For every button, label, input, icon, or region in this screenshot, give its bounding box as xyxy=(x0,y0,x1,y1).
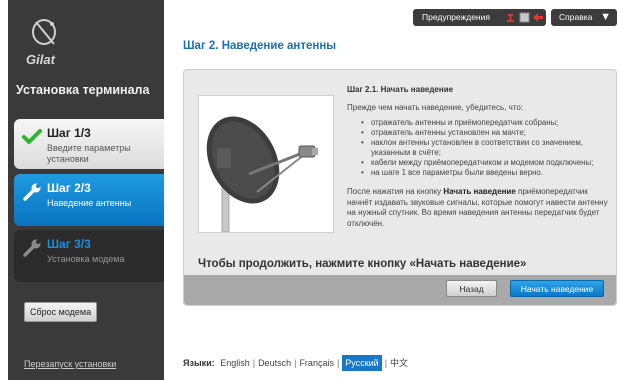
language-chinese[interactable]: 中文 xyxy=(390,358,408,368)
step-2-title: Шаг 2/3 xyxy=(47,181,91,195)
help-menu[interactable]: Справка ▼ xyxy=(551,9,617,26)
wrench-icon xyxy=(23,239,41,257)
wrench-icon xyxy=(23,183,41,201)
antenna-alert-icon xyxy=(507,14,514,22)
restart-setup-link[interactable]: Перезапуск установки xyxy=(24,359,116,369)
reset-modem-button[interactable]: Сброс модема xyxy=(24,302,98,322)
language-francais[interactable]: Français xyxy=(299,358,334,368)
list-item: отражатель антенны установлен на мачте; xyxy=(361,128,609,138)
language-selector: Языки: English | Deutsch | Français | Русский |… xyxy=(183,355,408,371)
alerts-menu[interactable]: Предупреждения xyxy=(413,9,546,26)
languages-label: Языки: xyxy=(183,358,215,368)
signal-alert-icon xyxy=(533,13,543,22)
step-3-desc: Установка модема xyxy=(47,254,125,264)
intro-text: Прежде чем начать наведение, убедитесь, … xyxy=(347,103,524,112)
sub-step-title: Шаг 2.1. Начать наведение xyxy=(347,85,454,94)
start-pointing-button[interactable]: Начать наведение xyxy=(510,280,604,297)
language-english[interactable]: English xyxy=(220,358,250,368)
step-panel: Шаг 2.1. Начать наведение Прежде чем нач… xyxy=(183,69,617,306)
after-text: После нажатия на кнопку Начать наведение… xyxy=(347,187,609,229)
separator: | xyxy=(336,358,340,368)
back-button[interactable]: Назад xyxy=(446,280,497,297)
separator: | xyxy=(384,358,388,368)
satellite-dish-icon xyxy=(206,116,318,233)
checkmark-icon xyxy=(22,129,42,144)
help-label: Справка xyxy=(559,12,593,22)
modem-status-icon xyxy=(519,12,530,23)
list-item: на шаге 1 все параметры были введены вер… xyxy=(361,168,609,178)
alerts-label: Предупреждения xyxy=(422,12,490,22)
language-deutsch[interactable]: Deutsch xyxy=(258,358,291,368)
step-1[interactable]: Шаг 1/3 Введите параметры установки xyxy=(14,119,164,169)
step-3-title: Шаг 3/3 xyxy=(47,237,91,251)
list-item: кабели между приёмопередатчиком и модемо… xyxy=(361,158,609,168)
after-text-prefix: После нажатия на кнопку xyxy=(347,187,444,196)
continue-prompt: Чтобы продолжить, нажмите кнопку «Начать… xyxy=(198,258,527,270)
step-1-title: Шаг 1/3 xyxy=(47,126,91,140)
sidebar-title: Установка терминала xyxy=(16,83,150,97)
antenna-image xyxy=(198,95,334,233)
after-text-bold: Начать наведение xyxy=(443,187,516,196)
separator: | xyxy=(252,358,256,368)
checklist: отражатель антенны и приёмопередатчик со… xyxy=(347,118,609,178)
page-title: Шаг 2. Наведение антенны xyxy=(183,40,337,52)
app-window: Gilat Установка терминала Шаг 1/3 Введит… xyxy=(0,0,627,380)
list-item: наклон антенны установлен в соответствии… xyxy=(361,138,609,158)
step-2-desc: Наведение антенны xyxy=(47,198,132,208)
step-1-desc: Введите параметры установки xyxy=(47,143,131,164)
step-3[interactable]: Шаг 3/3 Установка модема xyxy=(14,230,164,282)
step-2[interactable]: Шаг 2/3 Наведение антенны xyxy=(14,174,164,226)
list-item: отражатель антенны и приёмопередатчик со… xyxy=(361,118,609,128)
logo-text: Gilat xyxy=(26,52,55,67)
language-russian[interactable]: Русский xyxy=(342,355,382,371)
chevron-down-icon: ▼ xyxy=(600,11,611,23)
instructions: Шаг 2.1. Начать наведение Прежде чем нач… xyxy=(347,85,609,229)
separator: | xyxy=(294,358,297,368)
gilat-logo: Gilat xyxy=(22,16,78,74)
satellite-logo-icon xyxy=(32,19,56,45)
